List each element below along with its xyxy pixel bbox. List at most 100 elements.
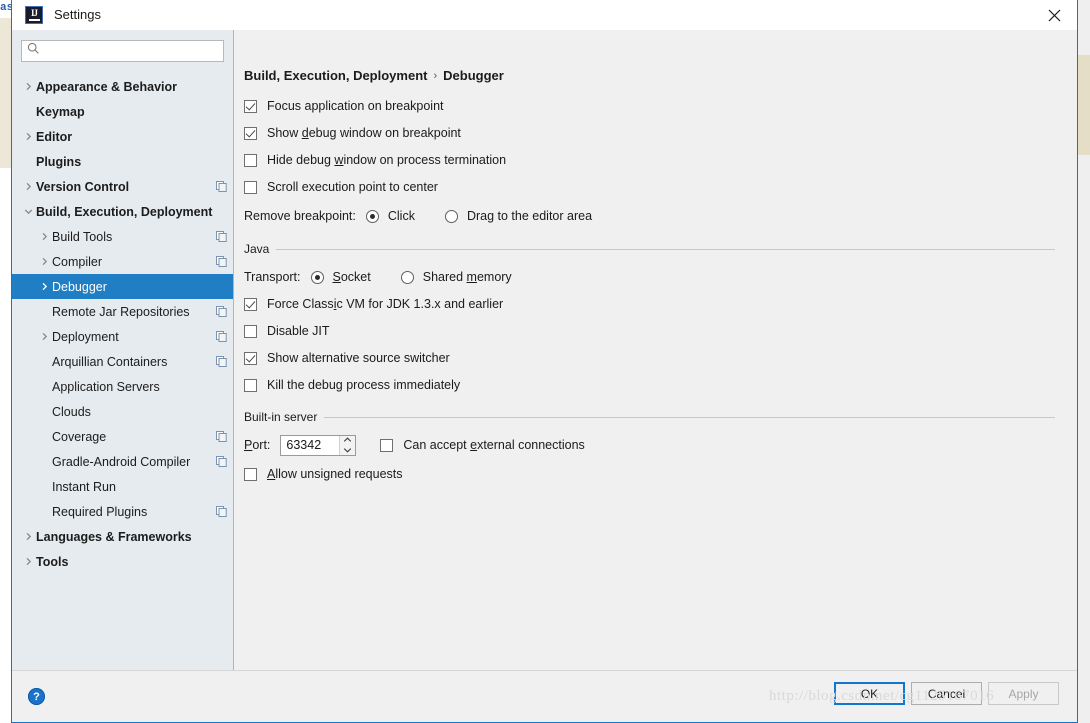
search-box[interactable] bbox=[21, 40, 224, 62]
port-spinner-buttons[interactable] bbox=[339, 435, 356, 455]
chevron-right-icon[interactable] bbox=[20, 82, 36, 91]
sidebar-item-label: Build Tools bbox=[52, 229, 113, 244]
sidebar-item-coverage[interactable]: Coverage bbox=[12, 424, 233, 449]
sidebar-item-label: Coverage bbox=[52, 429, 107, 444]
java-option-checkbox[interactable] bbox=[244, 297, 257, 311]
transport-radio-group: Socket Shared memory bbox=[310, 270, 542, 284]
transport-radio[interactable] bbox=[310, 270, 324, 284]
spinner-down-icon[interactable] bbox=[340, 445, 355, 455]
debugger-option-checkbox[interactable] bbox=[244, 126, 257, 140]
chevron-right-icon[interactable] bbox=[20, 182, 36, 191]
sidebar-item-label: Appearance & Behavior bbox=[36, 79, 178, 94]
sidebar-item-appearance-behavior[interactable]: Appearance & Behavior bbox=[12, 74, 233, 99]
java-option-checkbox[interactable] bbox=[244, 351, 257, 365]
ok-button[interactable]: OK bbox=[834, 682, 905, 705]
external-connections-checkbox-row[interactable]: Can accept external connections bbox=[378, 438, 585, 452]
sidebar-item-version-control[interactable]: Version Control bbox=[12, 174, 233, 199]
builtin-server-group-divider bbox=[324, 416, 1055, 418]
debugger-option-checkbox-row[interactable]: Show debug window on breakpoint bbox=[242, 122, 1055, 144]
sidebar-item-debugger[interactable]: Debugger bbox=[12, 274, 233, 299]
ide-right-editor-fragment bbox=[1077, 55, 1090, 155]
chevron-right-icon[interactable] bbox=[36, 282, 52, 291]
external-connections-label: Can accept external connections bbox=[403, 438, 585, 452]
ide-left-text-fragment: as bbox=[0, 2, 11, 14]
help-icon[interactable]: ? bbox=[28, 688, 45, 705]
sidebar-item-languages-frameworks[interactable]: Languages & Frameworks bbox=[12, 524, 233, 549]
java-option-checkbox-row[interactable]: Force Classic VM for JDK 1.3.x and earli… bbox=[242, 293, 1055, 315]
remove-breakpoint-radio-option[interactable]: Click bbox=[365, 209, 415, 223]
chevron-right-icon[interactable] bbox=[20, 132, 36, 141]
debugger-option-checkbox-row[interactable]: Scroll execution point to center bbox=[242, 176, 1055, 198]
search-input[interactable] bbox=[44, 43, 218, 59]
chevron-right-icon[interactable] bbox=[36, 332, 52, 341]
remove-breakpoint-row: Remove breakpoint: Click Drag to the edit… bbox=[242, 204, 1055, 228]
java-option-checkbox-row[interactable]: Show alternative source switcher bbox=[242, 347, 1055, 369]
spinner-up-icon[interactable] bbox=[340, 436, 355, 446]
chevron-down-icon[interactable] bbox=[20, 207, 36, 216]
chevron-right-icon[interactable] bbox=[36, 257, 52, 266]
search-container bbox=[12, 40, 233, 70]
sidebar-item-deployment[interactable]: Deployment bbox=[12, 324, 233, 349]
cancel-button[interactable]: Cancel bbox=[911, 682, 982, 705]
transport-radio-option[interactable]: Socket bbox=[310, 270, 371, 284]
sidebar-item-label: Editor bbox=[36, 129, 73, 144]
remove-breakpoint-radio[interactable] bbox=[444, 209, 458, 223]
debugger-option-checkbox[interactable] bbox=[244, 153, 257, 167]
transport-radio-option[interactable]: Shared memory bbox=[400, 270, 512, 284]
sidebar-item-arquillian-containers[interactable]: Arquillian Containers bbox=[12, 349, 233, 374]
transport-radio-label: Shared memory bbox=[422, 270, 512, 284]
sidebar-item-editor[interactable]: Editor bbox=[12, 124, 233, 149]
chevron-right-icon[interactable] bbox=[20, 532, 36, 541]
sidebar-item-application-servers[interactable]: Application Servers bbox=[12, 374, 233, 399]
unsigned-requests-checkbox-row[interactable]: Allow unsigned requests bbox=[242, 463, 1055, 485]
close-icon[interactable] bbox=[1031, 0, 1077, 30]
ide-left-editor-fragment bbox=[0, 18, 11, 168]
sidebar-item-plugins[interactable]: Plugins bbox=[12, 149, 233, 174]
java-option-label: Disable JIT bbox=[267, 324, 330, 338]
java-option-checkbox[interactable] bbox=[244, 324, 257, 338]
settings-sidebar: Appearance & Behavior Keymap Editor Plugins… bbox=[12, 30, 234, 670]
java-option-checkbox-row[interactable]: Disable JIT bbox=[242, 320, 1055, 342]
transport-radio[interactable] bbox=[400, 270, 414, 284]
java-option-checkbox-row[interactable]: Kill the debug process immediately bbox=[242, 374, 1055, 396]
chevron-right-icon[interactable] bbox=[20, 557, 36, 566]
sidebar-item-label: Gradle-Android Compiler bbox=[52, 454, 191, 469]
debugger-option-checkbox-row[interactable]: Focus application on breakpoint bbox=[242, 95, 1055, 117]
external-connections-checkbox[interactable] bbox=[380, 438, 394, 452]
sidebar-item-compiler[interactable]: Compiler bbox=[12, 249, 233, 274]
debugger-option-checkbox[interactable] bbox=[244, 180, 257, 194]
breadcrumb: Build, Execution, Deployment › Debugger bbox=[244, 68, 1055, 83]
sidebar-item-tools[interactable]: Tools bbox=[12, 549, 233, 574]
project-settings-copy-icon bbox=[216, 256, 227, 267]
sidebar-item-remote-jar-repositories[interactable]: Remote Jar Repositories bbox=[12, 299, 233, 324]
sidebar-item-build-tools[interactable]: Build Tools bbox=[12, 224, 233, 249]
sidebar-item-clouds[interactable]: Clouds bbox=[12, 399, 233, 424]
sidebar-item-label: Build, Execution, Deployment bbox=[36, 204, 213, 219]
dialog-footer: ? OK Cancel Apply bbox=[12, 670, 1077, 722]
sidebar-item-keymap[interactable]: Keymap bbox=[12, 99, 233, 124]
port-spinner[interactable] bbox=[280, 434, 357, 456]
project-settings-copy-icon bbox=[216, 231, 227, 242]
sidebar-item-label: Application Servers bbox=[52, 379, 160, 394]
remove-breakpoint-radio-label: Drag to the editor area bbox=[466, 209, 593, 223]
sidebar-item-build-execution-deployment[interactable]: Build, Execution, Deployment bbox=[12, 199, 233, 224]
transport-radio-label: Socket bbox=[332, 270, 371, 284]
remove-breakpoint-radio-option[interactable]: Drag to the editor area bbox=[444, 209, 593, 223]
remove-breakpoint-radio[interactable] bbox=[365, 209, 379, 223]
unsigned-requests-checkbox[interactable] bbox=[244, 467, 257, 481]
java-option-checkbox[interactable] bbox=[244, 378, 257, 392]
port-input[interactable] bbox=[281, 435, 340, 455]
debugger-option-checkbox[interactable] bbox=[244, 99, 257, 113]
breadcrumb-parent: Build, Execution, Deployment bbox=[244, 68, 428, 83]
sidebar-item-required-plugins[interactable]: Required Plugins bbox=[12, 499, 233, 524]
debugger-option-checkbox-row[interactable]: Hide debug window on process termination bbox=[242, 149, 1055, 171]
transport-row: Transport: Socket Shared memory bbox=[242, 265, 1055, 289]
sidebar-item-gradle-android-compiler[interactable]: Gradle-Android Compiler bbox=[12, 449, 233, 474]
sidebar-item-instant-run[interactable]: Instant Run bbox=[12, 474, 233, 499]
search-icon bbox=[27, 42, 40, 60]
java-options: Force Classic VM for JDK 1.3.x and earli… bbox=[242, 293, 1055, 396]
sidebar-item-label: Plugins bbox=[36, 154, 82, 169]
dialog-body: Appearance & Behavior Keymap Editor Plugins… bbox=[12, 30, 1077, 670]
chevron-right-icon[interactable] bbox=[36, 232, 52, 241]
sidebar-item-label: Clouds bbox=[52, 404, 91, 419]
